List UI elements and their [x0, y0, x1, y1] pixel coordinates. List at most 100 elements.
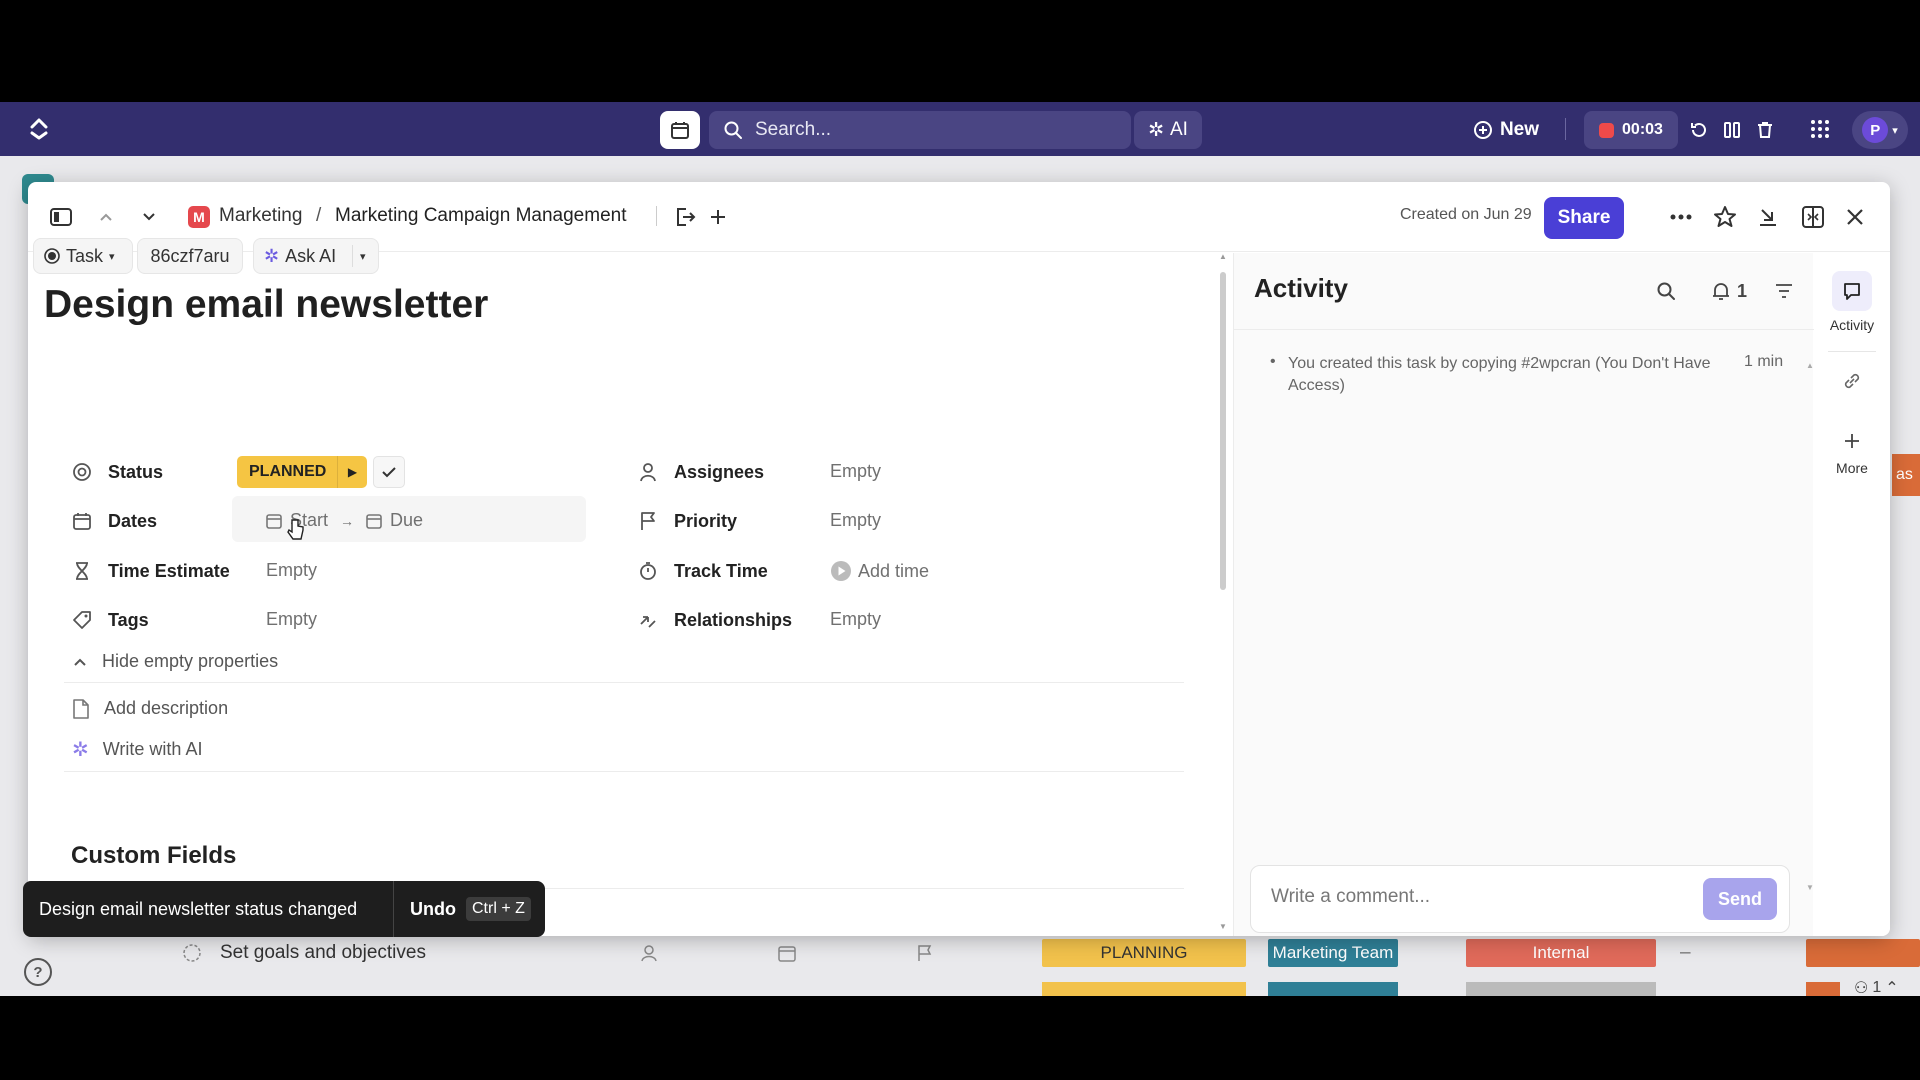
property-relationships: Relationships: [636, 600, 792, 640]
document-icon: [73, 698, 89, 719]
row2-team-pill: [1268, 982, 1398, 996]
property-priority: Priority: [636, 501, 737, 541]
divider: [64, 771, 1184, 772]
apps-grid-icon[interactable]: [1807, 116, 1833, 142]
search-icon[interactable]: [1654, 279, 1678, 303]
reset-icon[interactable]: [1687, 118, 1711, 142]
relationships-value[interactable]: Empty: [830, 609, 881, 630]
divider: [393, 881, 394, 937]
scroll-down-icon[interactable]: ▼: [1219, 922, 1227, 931]
mouse-cursor-icon: [286, 518, 306, 547]
row-type-pill: Internal: [1466, 939, 1656, 967]
plus-icon: [1842, 431, 1862, 454]
activity-entry: You created this task by copying #2wpcra…: [1288, 355, 1711, 394]
stopwatch-icon: [636, 559, 660, 583]
assignees-value[interactable]: Empty: [830, 461, 881, 482]
flag-icon: [636, 509, 660, 533]
task-title[interactable]: Design email newsletter: [44, 283, 488, 327]
row2-extra-pill: [1806, 982, 1840, 996]
ask-ai-button[interactable]: ✲ Ask AI ▾: [253, 238, 379, 274]
relationship-icon: [636, 608, 660, 632]
scrollbar-thumb[interactable]: [1220, 272, 1226, 590]
calendar-add-icon: [266, 513, 282, 529]
tags-value[interactable]: Empty: [266, 609, 317, 630]
pause-icon[interactable]: [1720, 118, 1744, 142]
toast-message: Design email newsletter status changed: [39, 898, 358, 919]
property-dates: Dates: [70, 501, 157, 541]
bell-icon: [1712, 283, 1729, 300]
due-date[interactable]: Due: [390, 510, 423, 531]
background-card-edge: as: [1892, 454, 1920, 496]
row-extra-pill: [1806, 939, 1920, 967]
filter-icon[interactable]: [1772, 279, 1796, 303]
priority-value[interactable]: Empty: [830, 510, 881, 531]
divider: [64, 682, 1184, 683]
task-type-dropdown[interactable]: Task ▾: [33, 238, 133, 274]
ai-button[interactable]: ✲ AI: [1134, 111, 1202, 149]
add-description-button[interactable]: Add description: [72, 698, 228, 719]
comment-input[interactable]: [1271, 886, 1671, 908]
divider: [1565, 118, 1566, 140]
send-button[interactable]: Send: [1703, 878, 1777, 920]
new-button[interactable]: New: [1470, 116, 1542, 144]
rail-more[interactable]: More: [1814, 431, 1890, 476]
undo-button[interactable]: Undo: [410, 899, 456, 920]
time-estimate-value[interactable]: Empty: [266, 560, 317, 581]
calendar-icon[interactable]: [660, 111, 700, 149]
divider: [352, 245, 353, 267]
tag-icon: [70, 608, 94, 632]
right-rail: Activity More: [1814, 253, 1890, 936]
search-placeholder: Search...: [755, 119, 832, 140]
scroll-up-icon[interactable]: ▲: [1806, 361, 1814, 370]
rail-activity[interactable]: Activity: [1814, 271, 1890, 333]
notification-count: 1: [1736, 280, 1747, 301]
chevron-down-icon[interactable]: ▾: [360, 250, 366, 263]
hide-empty-properties-toggle[interactable]: Hide empty properties: [72, 651, 278, 672]
timer-button[interactable]: 00:03: [1584, 111, 1678, 149]
chevron-down-icon: ▾: [109, 250, 115, 263]
task-id[interactable]: 86czf7aru: [137, 238, 243, 274]
activity-panel: Activity 1 • You created this task by co…: [1233, 253, 1814, 936]
scroll-down-icon[interactable]: ▼: [1806, 883, 1814, 892]
calendar-due-icon: [366, 513, 382, 529]
calendar-icon: [70, 509, 94, 533]
complete-check-icon[interactable]: [373, 456, 405, 488]
trash-icon[interactable]: [1753, 118, 1777, 142]
rail-links[interactable]: [1814, 371, 1890, 394]
status-pill[interactable]: PLANNED ▶: [237, 456, 367, 488]
activity-bullet: •: [1270, 353, 1276, 370]
record-icon: [1599, 122, 1615, 138]
activity-title: Activity: [1254, 273, 1348, 303]
chevron-up-icon: [74, 658, 86, 666]
write-with-ai-button[interactable]: ✲ Write with AI: [72, 737, 202, 762]
status-icon: [70, 460, 94, 484]
ai-sparkle-icon: ✲: [72, 739, 89, 761]
comment-box: Send: [1250, 865, 1790, 933]
hourglass-icon: [70, 559, 94, 583]
row-status-pill: PLANNING: [1042, 939, 1246, 967]
status-toast: Design email newsletter status changed U…: [23, 881, 545, 937]
property-time-estimate: Time Estimate: [70, 551, 230, 591]
scroll-up-icon[interactable]: ▲: [1219, 252, 1227, 261]
help-icon[interactable]: ?: [24, 958, 52, 986]
search-bar[interactable]: Search...: [709, 111, 1131, 149]
user-avatar[interactable]: P ▾: [1852, 111, 1908, 149]
app-logo-icon[interactable]: [22, 116, 56, 142]
activity-time: 1 min: [1744, 353, 1784, 370]
add-time-button[interactable]: Add time: [830, 560, 929, 582]
link-icon: [1842, 371, 1862, 394]
play-icon: [831, 561, 851, 581]
top-app-bar: Search... ✲ AI New 00:03 P ▾: [0, 102, 1920, 156]
notifications-button[interactable]: 1: [1704, 279, 1754, 303]
undo-shortcut: Ctrl + Z: [465, 897, 531, 921]
timer-value: 00:03: [1622, 121, 1663, 138]
main-scrollbar[interactable]: ▲ ▼: [1219, 252, 1227, 931]
status-next-icon[interactable]: ▶: [337, 456, 367, 488]
property-tags: Tags: [70, 600, 149, 640]
divider: [1234, 329, 1814, 330]
activity-scrollbar[interactable]: ▲ ▼: [1806, 361, 1814, 892]
avatar-initial: P: [1862, 117, 1889, 143]
plus-circle-icon: [1473, 121, 1492, 139]
row2-type-pill: [1466, 982, 1656, 996]
property-track-time: Track Time: [636, 551, 768, 591]
